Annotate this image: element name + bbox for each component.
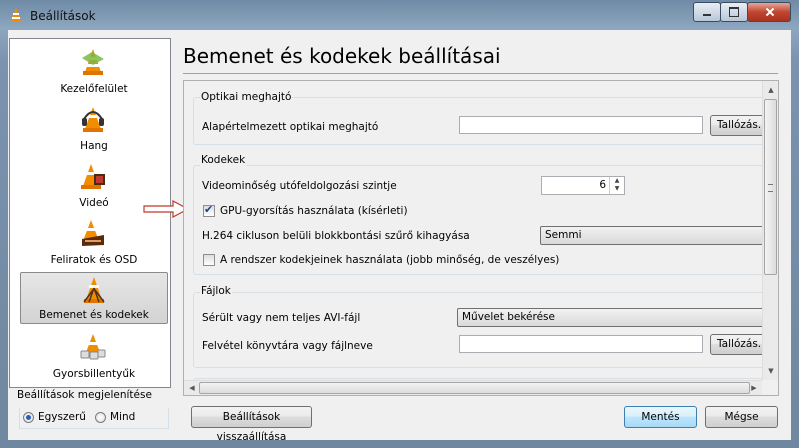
settings-content: Optikai meghajtó Alapértelmezett optikai… xyxy=(184,81,762,380)
headphones-cone-icon xyxy=(82,107,104,132)
show-settings-title: Beállítások megjelenítése xyxy=(17,389,152,401)
optical-drive-label: Alapértelmezett optikai meghajtó xyxy=(202,121,379,133)
system-codecs-label: A rendszer kodekjeinek használata (jobb … xyxy=(220,254,560,266)
horizontal-scroll-thumb[interactable] xyxy=(199,382,750,394)
scroll-up-icon[interactable]: ▲ xyxy=(764,83,778,97)
sidebar-item-label: Feliratok és OSD xyxy=(50,254,138,266)
gpu-acceleration-checkbox[interactable]: GPU-gyorsítás használata (kísérleti) xyxy=(203,203,408,217)
cancel-button[interactable]: Mégse xyxy=(705,406,778,428)
title-divider xyxy=(183,73,778,74)
postproc-value: 6 xyxy=(599,179,606,191)
sidebar-item-label: Kezelőfelület xyxy=(60,83,128,95)
vlc-cone-icon xyxy=(82,49,104,75)
input-codecs-cone-icon xyxy=(83,277,105,303)
minimize-button[interactable] xyxy=(693,2,721,22)
h264-skip-label: H.264 cikluson belüli blokkbontási szűrő… xyxy=(202,230,470,242)
title-bar[interactable]: Beállítások xyxy=(0,0,799,30)
scroll-right-icon[interactable]: ▶ xyxy=(747,381,761,395)
postproc-spinbox[interactable]: 6 ▲ ▼ xyxy=(541,176,625,195)
save-button[interactable]: Mentés xyxy=(624,406,697,428)
checkbox-system-codecs-box[interactable] xyxy=(203,254,215,266)
h264-skip-select[interactable]: Semmi xyxy=(540,226,762,245)
maximize-button[interactable] xyxy=(720,2,748,22)
group-title-files: Fájlok xyxy=(200,285,232,297)
sidebar-item-hotkeys[interactable]: Gyorsbillentyűk xyxy=(20,330,168,382)
film-cone-icon xyxy=(81,164,105,189)
radio-all[interactable]: Mind xyxy=(95,411,135,423)
record-browse-button[interactable]: Tallózás... xyxy=(710,334,762,355)
group-files xyxy=(193,292,762,368)
page-title: Bemenet és kodekek beállításai xyxy=(183,44,501,68)
avi-repair-label: Sérült vagy nem teljes AVI-fájl xyxy=(202,312,361,324)
sidebar-item-interface[interactable]: Kezelőfelület xyxy=(20,45,168,97)
radio-simple-dot[interactable] xyxy=(23,411,34,423)
spin-up-icon[interactable]: ▲ xyxy=(610,177,624,185)
vlc-app-icon xyxy=(11,8,21,21)
hotkeys-cone-icon xyxy=(80,334,106,360)
show-settings-group: Egyszerű Mind xyxy=(19,408,169,429)
avi-repair-select[interactable]: Művelet bekérése xyxy=(457,308,762,327)
sidebar-item-label: Hang xyxy=(80,140,108,152)
spin-down-icon[interactable]: ▼ xyxy=(610,185,624,193)
record-dir-input[interactable] xyxy=(459,335,703,353)
group-title-optical: Optikai meghajtó xyxy=(200,91,293,103)
spin-arrows[interactable]: ▲ ▼ xyxy=(609,177,624,194)
radio-simple[interactable]: Egyszerű xyxy=(23,411,86,423)
optical-browse-button[interactable]: Tallózás... xyxy=(710,115,762,136)
postproc-label: Videominőség utófeldolgozási szintje xyxy=(202,180,397,192)
sidebar-item-audio[interactable]: Hang xyxy=(20,102,168,154)
scroll-down-icon[interactable]: ▼ xyxy=(764,364,778,378)
sidebar-item-subtitles[interactable]: Feliratok és OSD xyxy=(20,216,168,268)
sidebar-item-label: Bemenet és kodekek xyxy=(39,309,149,321)
scroll-left-icon[interactable]: ◀ xyxy=(185,381,199,395)
reset-settings-button[interactable]: Beállítások visszaállítása xyxy=(191,406,312,443)
system-codecs-checkbox[interactable]: A rendszer kodekjeinek használata (jobb … xyxy=(203,254,559,266)
vertical-scrollbar[interactable]: ▲ ▼ xyxy=(762,81,778,380)
horizontal-scrollbar[interactable]: ◀ ▶ xyxy=(184,380,762,395)
settings-scroll-area[interactable]: Optikai meghajtó Alapértelmezett optikai… xyxy=(183,80,779,396)
close-button[interactable] xyxy=(747,2,791,22)
window-controls xyxy=(693,2,791,22)
subtitles-cone-icon xyxy=(82,220,104,246)
window-title: Beállítások xyxy=(30,9,96,23)
checkbox-gpu-box[interactable] xyxy=(203,203,215,217)
optical-drive-input[interactable] xyxy=(459,116,703,134)
radio-simple-label: Egyszerű xyxy=(38,411,86,423)
sidebar-item-input-codecs[interactable]: Bemenet és kodekek xyxy=(20,272,168,324)
gpu-acceleration-label: GPU-gyorsítás használata (kísérleti) xyxy=(220,205,408,217)
group-title-codecs: Kodekek xyxy=(200,154,247,166)
record-dir-label: Felvétel könyvtára vagy fájlneve xyxy=(202,340,373,352)
sidebar-item-label: Gyorsbillentyűk xyxy=(52,368,136,380)
radio-all-dot[interactable] xyxy=(95,411,106,423)
vertical-scroll-thumb[interactable] xyxy=(764,99,777,275)
radio-all-label: Mind xyxy=(110,411,136,423)
